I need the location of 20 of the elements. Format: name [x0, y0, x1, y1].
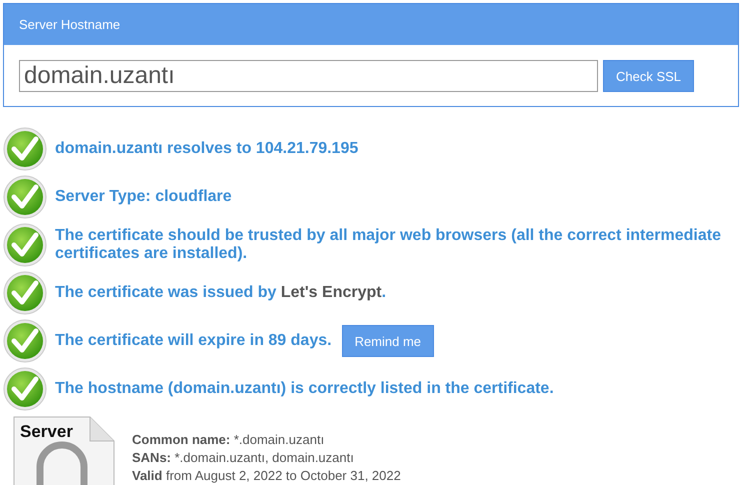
hostname-input[interactable]: domain.uzantı [19, 60, 598, 92]
check-icon [3, 127, 47, 171]
certificate-detail: SANs: *.domain.uzantı, domain.uzantı [132, 449, 355, 467]
check-message: The certificate will expire in 89 days. [55, 332, 332, 350]
check-message: The hostname (domain.uzantı) is correctly listed in the certificate. [55, 380, 554, 398]
check-icon [3, 223, 47, 267]
check-icon [3, 175, 47, 219]
check-ssl-button[interactable]: Check SSL [603, 60, 694, 92]
check-icon [3, 319, 47, 363]
server-lock-icon: Server [12, 415, 116, 485]
check-message: The certificate was issued by Let's Encrypt. [55, 284, 386, 302]
remind-button[interactable]: Remind me [342, 325, 434, 357]
check-icon [3, 367, 47, 411]
panel-title: Server Hostname [4, 4, 738, 45]
check-message: domain.uzantı resolves to 104.21.79.195 [55, 140, 358, 158]
certificate-detail: Valid from August 2, 2022 to October 31, 2022 [132, 467, 401, 485]
certificate-detail: Common name: *.domain.uzantı [132, 431, 326, 449]
check-message: Server Type: cloudflare [55, 188, 232, 206]
check-message: The certificate should be trusted by all major web browsers (all the correct intermediate certificates are installed). [55, 227, 722, 263]
check-icon [3, 271, 47, 315]
